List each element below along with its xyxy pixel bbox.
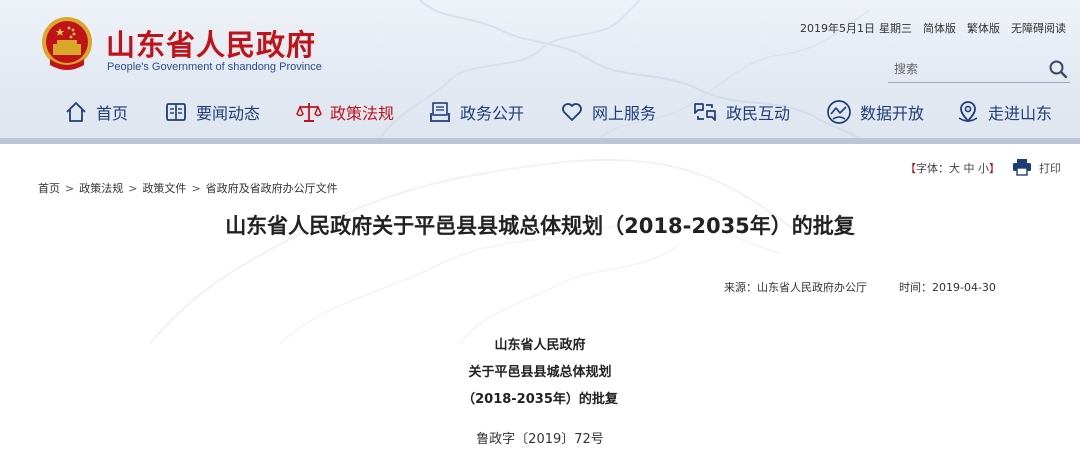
breadcrumb-home[interactable]: 首页 [38, 182, 60, 195]
nav-item-open-data[interactable]: 数据开放 [826, 94, 924, 130]
site-title[interactable]: 山东省人民政府 [106, 22, 316, 64]
print-button[interactable]: 打印 [1039, 160, 1061, 176]
national-emblem-logo [42, 17, 92, 70]
simplified-version-link[interactable]: 简体版 [923, 20, 956, 36]
article-source: 来源：山东省人民政府办公厅 [724, 281, 867, 294]
heart-service-icon [562, 103, 582, 121]
doc-heading-line-3: （2018-2035年）的批复 [462, 392, 618, 407]
top-links: 2019年5月1日 星期三 简体版 繁体版 无障碍阅读 [800, 20, 1066, 36]
data-globe-icon [827, 100, 851, 124]
current-weekday: 星期三 [879, 22, 912, 35]
article-date: 时间：2019-04-30 [899, 281, 996, 294]
font-size-large[interactable]: 大 [949, 162, 960, 175]
nav-item-home[interactable]: 首页 [64, 94, 128, 130]
accessible-reading-link[interactable]: 无障碍阅读 [1011, 20, 1066, 36]
site-header: 山东省人民政府 People's Government of shandong … [0, 0, 1080, 138]
current-date: 2019年5月1日 [800, 22, 875, 35]
document-box-icon [430, 102, 450, 122]
nav-item-policy[interactable]: 政策法规 [296, 94, 394, 130]
nav-label-news: 要闻动态 [196, 104, 261, 123]
nav-label-home: 首页 [96, 104, 129, 123]
nav-label-about-shandong: 走进山东 [988, 104, 1053, 123]
article-meta: 来源：山东省人民政府办公厅 时间：2019-04-30 [724, 279, 996, 295]
nav-label-online-service: 网上服务 [592, 104, 657, 123]
nav-label-gov-affairs: 政务公开 [460, 104, 525, 123]
nav-item-interaction[interactable]: 政民互动 [692, 94, 790, 130]
location-pin-icon [958, 101, 978, 123]
search-icon[interactable] [1048, 59, 1068, 79]
nav-item-news[interactable]: 要闻动态 [164, 94, 260, 130]
search-box [888, 55, 1070, 83]
nav-item-about-shandong[interactable]: 走进山东 [956, 94, 1052, 130]
site-subtitle: People's Government of shandong Province [107, 61, 322, 73]
doc-heading-line-2: 关于平邑县县城总体规划 [468, 365, 612, 380]
breadcrumb-policy[interactable]: 政策法规 [79, 182, 123, 195]
font-size-control: 【字体：大 中 小】 [905, 162, 1000, 175]
nav-label-interaction: 政民互动 [726, 104, 791, 123]
home-icon [66, 102, 86, 122]
article-title: 山东省人民政府关于平邑县县城总体规划（2018-2035年）的批复 [225, 214, 855, 238]
search-input[interactable] [894, 59, 1034, 79]
traditional-version-link[interactable]: 繁体版 [967, 20, 1000, 36]
breadcrumb-policy-documents[interactable]: 政策文件 [142, 182, 186, 195]
nav-item-gov-affairs[interactable]: 政务公开 [428, 94, 524, 130]
news-book-icon [166, 103, 186, 121]
nav-item-online-service[interactable]: 网上服务 [560, 94, 656, 130]
breadcrumb: 首页 > 政策法规 > 政策文件 > 省政府及省政府办公厅文件 [38, 182, 338, 195]
print-icon[interactable] [1012, 158, 1032, 176]
breadcrumb-provincial-documents[interactable]: 省政府及省政府办公厅文件 [206, 182, 338, 195]
font-size-label: 字体 [916, 162, 938, 175]
font-size-medium[interactable]: 中 [964, 162, 975, 175]
nav-label-policy: 政策法规 [330, 104, 395, 123]
doc-heading-line-1: 山东省人民政府 [494, 338, 586, 353]
main-nav: 首页 要闻动态 政策法规 政务公开 网上服务 政民互动 数据开放 走进山东 [0, 94, 1080, 130]
scales-icon [296, 103, 322, 122]
interaction-icon [694, 103, 716, 121]
nav-label-open-data: 数据开放 [860, 104, 925, 123]
doc-number: 鲁政字〔2019〕72号 [476, 432, 604, 447]
font-size-small[interactable]: 小 [978, 162, 989, 175]
